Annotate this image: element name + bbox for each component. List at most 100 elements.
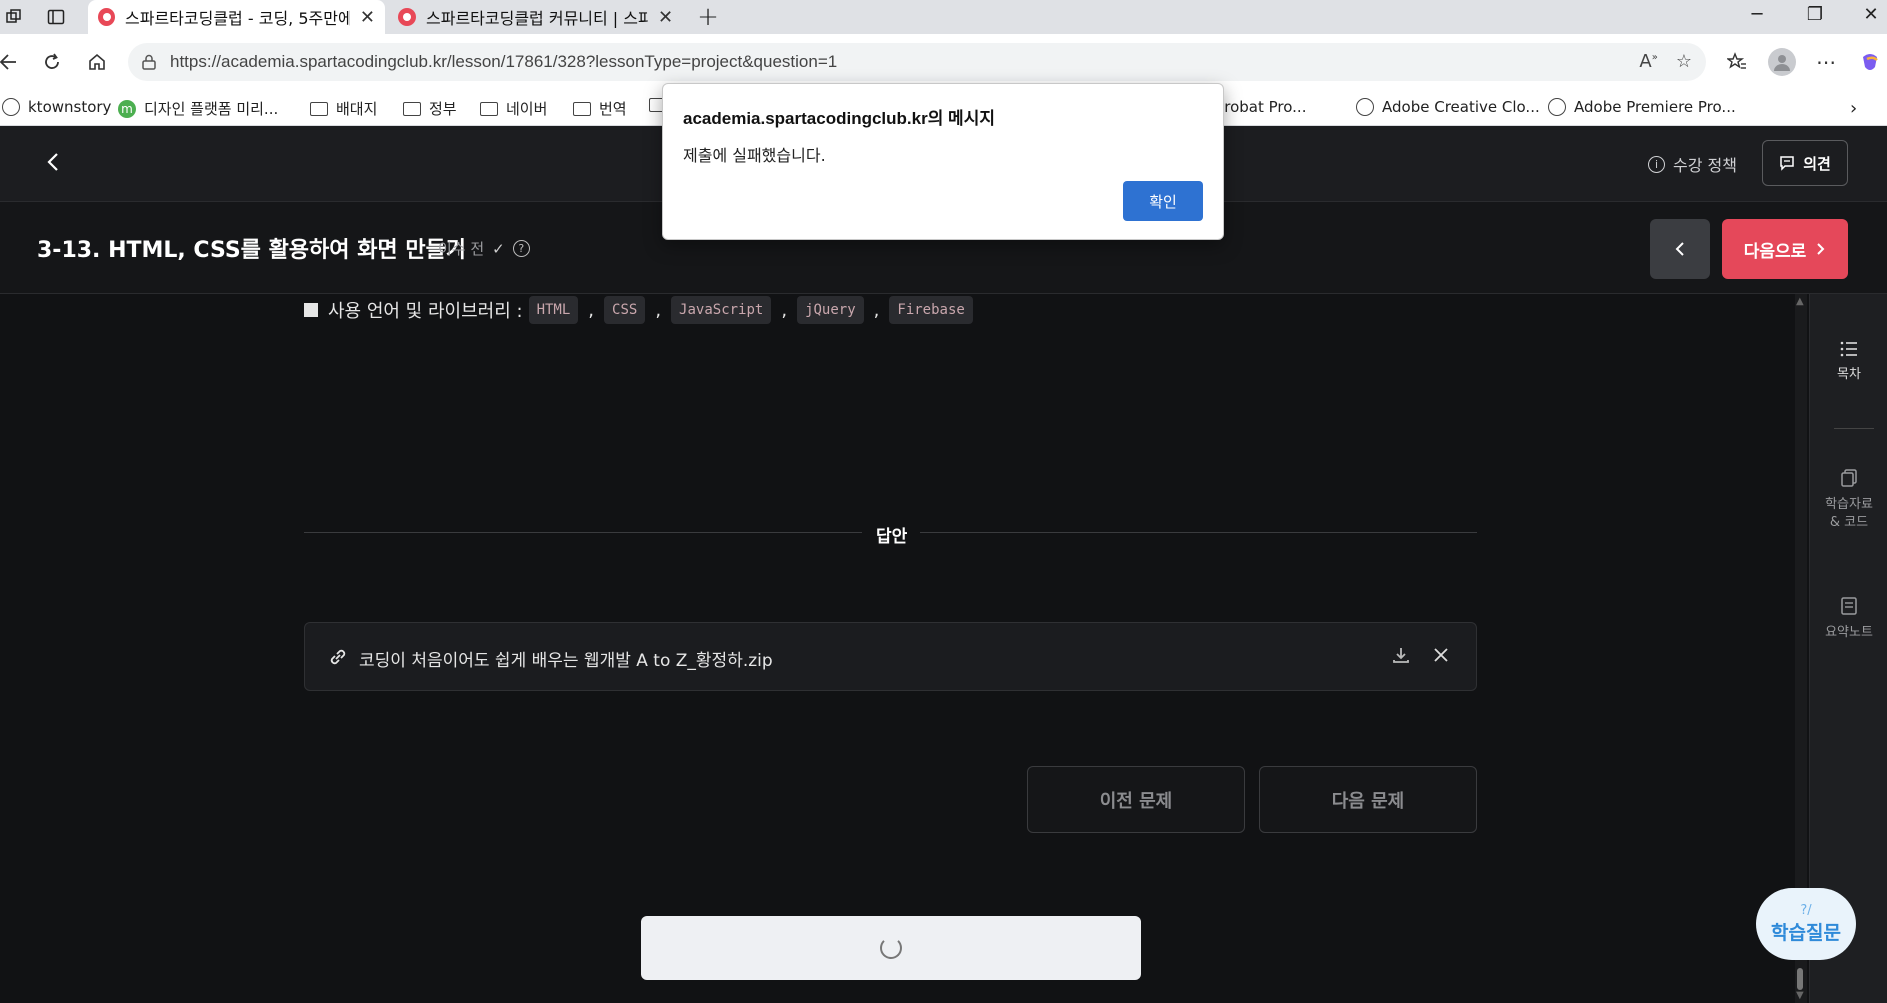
scroll-down-arrow-icon[interactable]: ▼ <box>1796 990 1804 1001</box>
learning-question-button[interactable]: ?/ 학습질문 <box>1756 888 1856 960</box>
library-chip: jQuery <box>797 296 864 324</box>
library-chip: JavaScript <box>671 296 772 324</box>
sidebar-item-notes[interactable]: 요약노트 <box>1810 596 1887 642</box>
bookmark-label: Adobe Premiere Pro... <box>1574 98 1736 116</box>
checkmark-icon: ✓ <box>492 239 505 258</box>
tab-active[interactable]: 스파르타코딩클럽 - 코딩, 5주만에 ✕ <box>88 0 385 34</box>
answer-divider-right <box>920 532 1477 533</box>
scroll-thumb[interactable] <box>1797 968 1803 990</box>
dialog-title: academia.spartacodingclub.kr의 메시지 <box>683 109 995 128</box>
libraries-label: 사용 언어 및 라이브러리 : <box>328 301 523 322</box>
copy-icon <box>1841 469 1857 487</box>
url-text: https://academia.spartacodingclub.kr/les… <box>170 52 838 71</box>
list-icon <box>1840 341 1857 357</box>
library-chip: HTML <box>528 296 579 324</box>
library-chip: CSS <box>604 296 646 324</box>
answer-heading: 답안 <box>876 527 908 547</box>
loading-spinner-icon <box>880 937 902 959</box>
bookmark-label: 배대지 <box>336 100 378 118</box>
next-lesson-label: 다음으로 <box>1743 241 1807 262</box>
bookmark-folder[interactable]: 배대지 <box>310 98 377 119</box>
lesson-title: 3-13. HTML, CSS를 활용하여 화면 만들기 <box>37 238 467 263</box>
help-circle-icon[interactable]: ? <box>512 240 530 257</box>
tab-actions-icon[interactable] <box>44 5 68 29</box>
back-arrow-icon[interactable] <box>46 152 60 172</box>
next-lesson-button[interactable]: 다음으로 <box>1722 219 1848 279</box>
tab-inactive[interactable]: 스파르타코딩클럽 커뮤니티 | 스파 ✕ <box>388 0 685 34</box>
libraries-line: 사용 언어 및 라이브러리 : HTML, CSS, JavaScript, j… <box>304 296 973 324</box>
tab-title: 스파르타코딩클럽 - 코딩, 5주만에 <box>125 9 350 28</box>
bookmark-creative-cloud[interactable]: Adobe Creative Clo... <box>1356 98 1540 116</box>
sparta-favicon-icon <box>398 8 416 26</box>
address-bar-row: https://academia.spartacodingclub.kr/les… <box>0 34 1887 90</box>
feedback-button[interactable]: 의견 <box>1762 140 1848 186</box>
bullet-square <box>304 303 318 317</box>
refresh-icon[interactable] <box>38 48 66 76</box>
bookmark-label: Adobe Creative Clo... <box>1382 98 1540 116</box>
globe-icon <box>2 98 20 116</box>
back-icon[interactable] <box>0 48 22 76</box>
bookmark-premiere[interactable]: Adobe Premiere Pro... <box>1548 98 1736 116</box>
folder-icon <box>310 101 328 116</box>
read-aloud-icon[interactable]: A» <box>1639 51 1657 72</box>
download-icon[interactable] <box>1391 645 1411 665</box>
bookmark-design-platform[interactable]: m 디자인 플랫폼 미리... <box>118 98 278 119</box>
note-icon <box>1841 597 1857 615</box>
previous-lesson-button[interactable] <box>1650 219 1710 279</box>
favorite-star-icon[interactable]: ☆ <box>1676 51 1692 72</box>
bookmark-label: 네이버 <box>506 100 548 118</box>
bookmark-folder[interactable]: 네이버 <box>480 98 547 119</box>
profile-avatar-icon[interactable] <box>1768 48 1796 76</box>
lesson-status-label: 이수 전 <box>438 240 485 258</box>
folder-icon <box>480 101 498 116</box>
close-tab-icon[interactable]: ✕ <box>360 7 375 28</box>
remove-file-icon[interactable] <box>1431 645 1451 665</box>
chevron-right-icon <box>1817 243 1825 255</box>
course-policy-label: 수강 정책 <box>1673 156 1737 175</box>
close-tab-icon[interactable]: ✕ <box>658 7 673 28</box>
copilot-icon[interactable] <box>1856 48 1884 76</box>
home-icon[interactable] <box>83 48 111 76</box>
bookmark-folder[interactable]: 번역 <box>573 98 627 119</box>
tab-title: 스파르타코딩클럽 커뮤니티 | 스파 <box>426 9 648 28</box>
lesson-status: 이수 전 ✓ ? <box>438 238 530 259</box>
toc-label: 목차 <box>1837 367 1861 382</box>
more-options-icon[interactable]: ⋯ <box>1812 48 1840 76</box>
sidebar-item-materials[interactable]: 학습자료 & 코드 <box>1810 468 1887 532</box>
alert-dialog: academia.spartacodingclub.kr의 메시지 제출에 실패… <box>662 83 1224 240</box>
file-name: 코딩이 처음이어도 쉽게 배우는 웹개발 A to Z_황정하.zip <box>359 651 773 671</box>
course-policy-link[interactable]: i 수강 정책 <box>1648 152 1737 176</box>
previous-question-button[interactable]: 이전 문제 <box>1027 766 1245 833</box>
bookmark-label: ktownstory <box>28 98 112 116</box>
minimize-icon[interactable]: ─ <box>1744 4 1770 25</box>
dialog-message: 제출에 실패했습니다. <box>683 146 826 165</box>
link-icon <box>327 646 349 668</box>
notes-label: 요약노트 <box>1825 625 1873 640</box>
url-field[interactable]: https://academia.spartacodingclub.kr/les… <box>128 43 1706 81</box>
bookmark-label: 번역 <box>599 100 627 118</box>
attached-file-card[interactable]: 코딩이 처음이어도 쉽게 배우는 웹개발 A to Z_황정하.zip <box>304 622 1477 691</box>
globe-icon <box>1548 98 1566 116</box>
submit-button-loading[interactable] <box>641 916 1141 980</box>
learning-question-label: 학습질문 <box>1771 922 1841 944</box>
close-window-icon[interactable]: ✕ <box>1858 4 1884 25</box>
feedback-label: 의견 <box>1803 154 1831 173</box>
new-tab-icon[interactable]: + <box>696 2 720 32</box>
bookmark-ktownstory[interactable]: ktownstory <box>2 98 111 116</box>
chevron-left-icon <box>1675 242 1684 256</box>
maximize-icon[interactable]: ❐ <box>1802 4 1828 25</box>
dialog-ok-button[interactable]: 확인 <box>1123 181 1203 221</box>
scroll-up-arrow-icon[interactable]: ▲ <box>1796 296 1804 307</box>
next-question-button[interactable]: 다음 문제 <box>1259 766 1477 833</box>
sparta-favicon-icon <box>98 8 116 26</box>
bookmark-label: 디자인 플랫폼 미리... <box>144 100 279 118</box>
bookmark-label: 정부 <box>429 100 457 118</box>
sidebar-item-toc[interactable]: 목차 <box>1810 340 1887 384</box>
favorites-icon[interactable] <box>1723 48 1751 76</box>
globe-icon <box>1356 98 1374 116</box>
site-info-icon[interactable] <box>140 53 158 71</box>
chat-icon <box>1780 156 1794 171</box>
bookmark-folder[interactable]: 정부 <box>403 98 457 119</box>
workspaces-icon[interactable] <box>2 5 26 29</box>
bookmarks-overflow-icon[interactable]: › <box>1850 98 1857 119</box>
